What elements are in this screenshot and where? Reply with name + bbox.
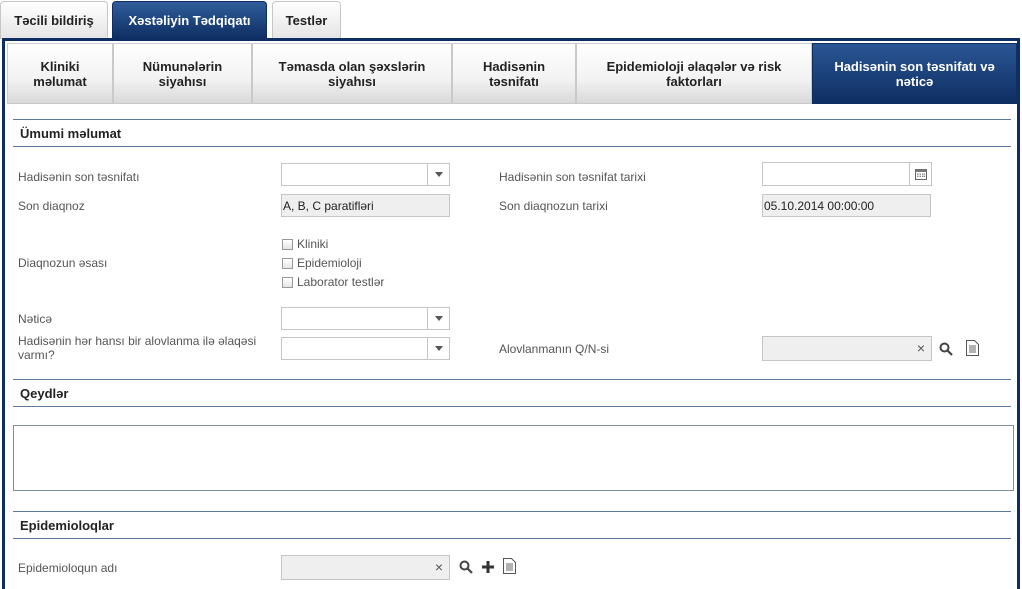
outbreak-link-label: Hadisənin hər hansı bir alovlanma ilə əl… (18, 334, 257, 362)
clear-icon[interactable]: × (435, 559, 443, 575)
tab-label: Hadisənin təsnifatı (482, 58, 546, 89)
epidemiologist-name-lookup[interactable]: × (281, 555, 450, 580)
checkbox-label: Laborator testlər (297, 275, 385, 289)
section-title: Qeydlər (20, 385, 69, 401)
search-icon[interactable] (939, 342, 953, 359)
plus-icon[interactable] (481, 560, 495, 577)
section-title: Ümumi məlumat (20, 125, 122, 141)
tab-clinical-info[interactable]: Kliniki məlumat (7, 43, 113, 104)
checkbox[interactable] (282, 238, 293, 250)
final-diagnosis-date-field: 05.10.2014 00:00:00 (762, 194, 931, 217)
tab-tests[interactable]: Testlər (272, 1, 341, 39)
section-title: Epidemioloqlar (20, 517, 114, 533)
final-diagnosis-field: A, B, C paratifləri (281, 194, 450, 217)
diagnosis-basis-label: Diaqnozun əsası (18, 256, 108, 270)
outcome-label: Nəticə (18, 312, 53, 326)
tab-final-classification-outcome[interactable]: Hadisənin son təsnifatı və nəticə (812, 43, 1017, 104)
section-general-info: Ümumi məlumat (13, 119, 1011, 147)
sub-tab-bar: Kliniki məlumat Nümunələrin siyahısı Təm… (7, 43, 1017, 104)
notes-textarea[interactable] (13, 425, 1014, 491)
checkbox-label: Kliniki (297, 237, 329, 251)
checkbox-label: Epidemioloji (297, 256, 362, 270)
document-icon[interactable] (503, 558, 516, 577)
basis-epidemiological-checkbox[interactable]: Epidemioloji (282, 256, 362, 270)
final-classification-select[interactable] (281, 163, 450, 186)
tab-contacts-list[interactable]: Təmasda olan şəxslərin siyahısı (252, 43, 452, 104)
epidemiologist-name-label: Epidemioloqun adı (18, 561, 118, 575)
tab-epi-links-risk-factors[interactable]: Epidemioloji əlaqələr və risk faktorları (576, 43, 812, 104)
top-tab-bar: Təcili bildiriş Xəstəliyin Tədqiqatı Tes… (0, 0, 1022, 40)
tab-label: Hadisənin son təsnifatı və nəticə (834, 58, 995, 89)
outbreak-link-select[interactable] (281, 337, 450, 360)
basis-laboratory-checkbox[interactable]: Laborator testlər (282, 275, 384, 289)
tab-case-classification[interactable]: Hadisənin təsnifatı (452, 43, 576, 104)
chevron-down-icon[interactable] (427, 164, 449, 185)
basis-clinical-checkbox[interactable]: Kliniki (282, 237, 328, 251)
document-icon[interactable] (966, 340, 979, 359)
final-diagnosis-date-value: 05.10.2014 00:00:00 (764, 198, 875, 213)
checkbox[interactable] (282, 257, 293, 269)
chevron-down-icon[interactable] (427, 308, 449, 329)
final-classification-date-input[interactable] (762, 162, 932, 186)
tab-label: Təmasda olan şəxslərin siyahısı (278, 58, 426, 89)
final-diagnosis-label: Son diaqnoz (18, 199, 85, 213)
final-diagnosis-value: A, B, C paratifləri (283, 198, 374, 213)
tab-label: Kliniki məlumat (33, 58, 87, 89)
tab-disease-investigation[interactable]: Xəstəliyin Tədqiqatı (112, 1, 267, 39)
chevron-down-icon[interactable] (427, 338, 449, 359)
outbreak-id-lookup[interactable]: × (762, 336, 932, 361)
outbreak-id-label: Alovlanmanın Q/N-si (499, 342, 610, 356)
section-epidemiologists: Epidemioloqlar (13, 511, 1011, 539)
search-icon[interactable] (459, 560, 473, 577)
outcome-select[interactable] (281, 307, 450, 330)
clear-icon[interactable]: × (917, 340, 925, 356)
checkbox[interactable] (282, 276, 293, 288)
final-classification-date-label: Hadisənin son təsnifat tarixi (499, 170, 646, 184)
tab-samples-list[interactable]: Nümunələrin siyahısı (113, 43, 252, 104)
main-panel: Kliniki məlumat Nümunələrin siyahısı Təm… (2, 38, 1020, 589)
final-diagnosis-date-label: Son diaqnozun tarixi (499, 199, 608, 213)
tab-urgent-notification[interactable]: Təcili bildiriş (0, 1, 108, 39)
section-notes: Qeydlər (13, 379, 1011, 407)
tab-label: Nümunələrin siyahısı (142, 58, 223, 89)
tab-label: Epidemioloji əlaqələr və risk faktorları (606, 58, 782, 89)
calendar-icon[interactable] (909, 163, 931, 185)
final-classification-label: Hadisənin son təsnifatı (18, 170, 140, 184)
